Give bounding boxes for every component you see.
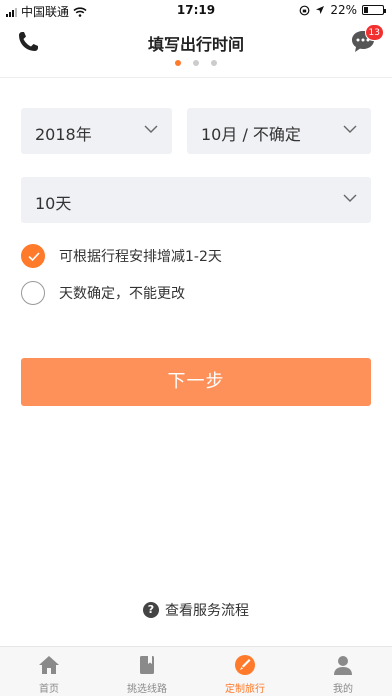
tab-label: 首页: [39, 684, 59, 695]
custom-trip-icon: [235, 655, 255, 675]
home-icon: [39, 656, 59, 674]
status-right: 22%: [299, 3, 386, 17]
step-dot-2: [193, 60, 199, 66]
location-arrow-icon: [316, 6, 325, 14]
tab-mine[interactable]: 我的: [294, 647, 392, 696]
tab-label: 挑选线路: [127, 684, 167, 695]
month-value: 10月 / 不确定: [201, 125, 301, 144]
tab-custom-trip[interactable]: 定制旅行: [196, 647, 294, 696]
message-count-badge: 13: [364, 24, 384, 41]
tab-label: 我的: [333, 684, 353, 695]
step-indicator: [0, 60, 392, 66]
option-label: 天数确定，不能更改: [59, 286, 185, 302]
step-dot-3: [211, 60, 217, 66]
question-icon: ?: [143, 602, 159, 618]
battery-percent: 22%: [330, 3, 357, 17]
chevron-down-icon: [144, 125, 158, 133]
message-button[interactable]: 13: [348, 24, 384, 56]
header-divider: [0, 77, 392, 78]
user-icon: [334, 656, 352, 675]
fixed-days-option[interactable]: 天数确定，不能更改: [21, 280, 185, 306]
view-process-label: 查看服务流程: [165, 603, 249, 619]
header: 填写出行时间 13: [0, 20, 392, 76]
book-icon: [140, 656, 154, 674]
year-select[interactable]: 2018年: [21, 108, 172, 154]
battery-icon: [362, 5, 386, 15]
days-select[interactable]: 10天: [21, 177, 371, 223]
tab-bar: 首页 挑选线路 定制旅行 我的: [0, 646, 392, 696]
page-title: 填写出行时间: [147, 35, 244, 54]
rotation-lock-icon: [299, 5, 310, 15]
tab-label: 定制旅行: [225, 684, 265, 695]
radio-checked[interactable]: [21, 244, 45, 268]
view-process-link[interactable]: ? 查看服务流程: [0, 600, 392, 620]
flexible-days-option[interactable]: 可根据行程安排增减1-2天: [21, 243, 222, 269]
radio-unchecked[interactable]: [21, 281, 45, 305]
chevron-down-icon: [343, 125, 357, 133]
days-value: 10天: [35, 194, 72, 213]
month-select[interactable]: 10月 / 不确定: [187, 108, 371, 154]
step-dot-1: [175, 60, 181, 66]
status-bar: 中国联通 17:19 22%: [0, 0, 392, 20]
tab-routes[interactable]: 挑选线路: [98, 647, 196, 696]
year-value: 2018年: [35, 125, 92, 144]
tab-home[interactable]: 首页: [0, 647, 98, 696]
option-label: 可根据行程安排增减1-2天: [59, 249, 222, 265]
chevron-down-icon: [343, 194, 357, 202]
next-step-button[interactable]: 下一步: [21, 358, 371, 406]
checkmark-icon: [28, 252, 40, 261]
